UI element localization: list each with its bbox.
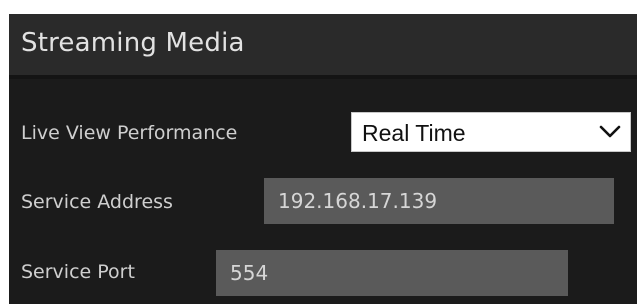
service-port-value: 554: [230, 261, 269, 285]
service-address-label: Service Address: [21, 191, 173, 213]
service-address-value: 192.168.17.139: [278, 189, 438, 213]
live-view-performance-label: Live View Performance: [21, 122, 238, 144]
header-divider: [9, 75, 637, 79]
section-header: Streaming Media: [9, 14, 637, 75]
service-port-field[interactable]: 554: [216, 250, 568, 296]
chevron-down-icon: [599, 125, 621, 138]
section-title: Streaming Media: [21, 28, 245, 58]
service-port-label: Service Port: [21, 261, 135, 283]
live-view-performance-select[interactable]: Real Time: [351, 112, 631, 152]
service-address-field[interactable]: 192.168.17.139: [264, 178, 614, 224]
live-view-performance-selected-value: Real Time: [362, 120, 466, 146]
streaming-media-panel: Streaming Media Live View Performance Re…: [9, 14, 637, 304]
